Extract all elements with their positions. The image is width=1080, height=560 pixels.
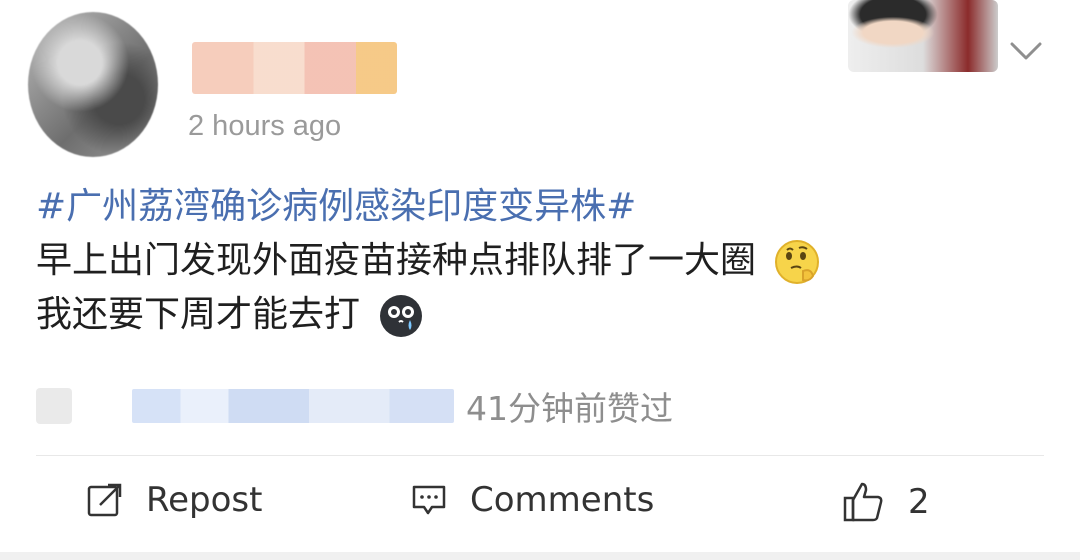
- like-count: 2: [908, 482, 930, 522]
- post-line-1-text: 早上出门发现外面疫苗接种点排队排了一大圈: [36, 240, 757, 281]
- post-line-1: 早上出门发现外面疫苗接种点排队排了一大圈: [36, 234, 1036, 288]
- profile-photo-thumbnail[interactable]: [848, 0, 998, 72]
- post-body: #广州荔湾确诊病例感染印度变异株# 早上出门发现外面疫苗接种点排队排了一大圈 我…: [36, 180, 1036, 342]
- comments-label: Comments: [470, 480, 655, 520]
- post-line-2-text: 我还要下周才能去打: [36, 294, 361, 335]
- thinking-face-emoji-icon: [775, 240, 820, 284]
- liked-avatar: [36, 388, 72, 424]
- action-bar: Repost Comments 2: [0, 470, 1080, 540]
- comment-icon: [412, 485, 446, 515]
- liked-by-row: 41分钟前赞过: [36, 382, 1036, 430]
- username-blurred[interactable]: [192, 42, 397, 94]
- thumbs-up-icon: [843, 482, 883, 522]
- bottom-separator: [0, 552, 1080, 560]
- divider: [36, 455, 1044, 456]
- repost-button[interactable]: Repost: [86, 480, 262, 520]
- repost-label: Repost: [146, 480, 263, 520]
- crying-face-emoji-icon: [380, 295, 423, 337]
- liked-by-names-blurred[interactable]: [132, 389, 454, 423]
- post-time: 2 hours ago: [188, 110, 342, 142]
- like-button[interactable]: 2: [842, 480, 930, 524]
- hashtag-link[interactable]: #广州荔湾确诊病例感染印度变异株#: [36, 180, 1036, 234]
- comments-button[interactable]: Comments: [410, 480, 654, 520]
- chevron-down-icon[interactable]: [1008, 38, 1044, 62]
- post-line-2: 我还要下周才能去打: [36, 288, 1036, 342]
- liked-time-text: 41分钟前赞过: [466, 389, 673, 428]
- avatar[interactable]: [28, 12, 158, 157]
- repost-icon: [87, 483, 122, 517]
